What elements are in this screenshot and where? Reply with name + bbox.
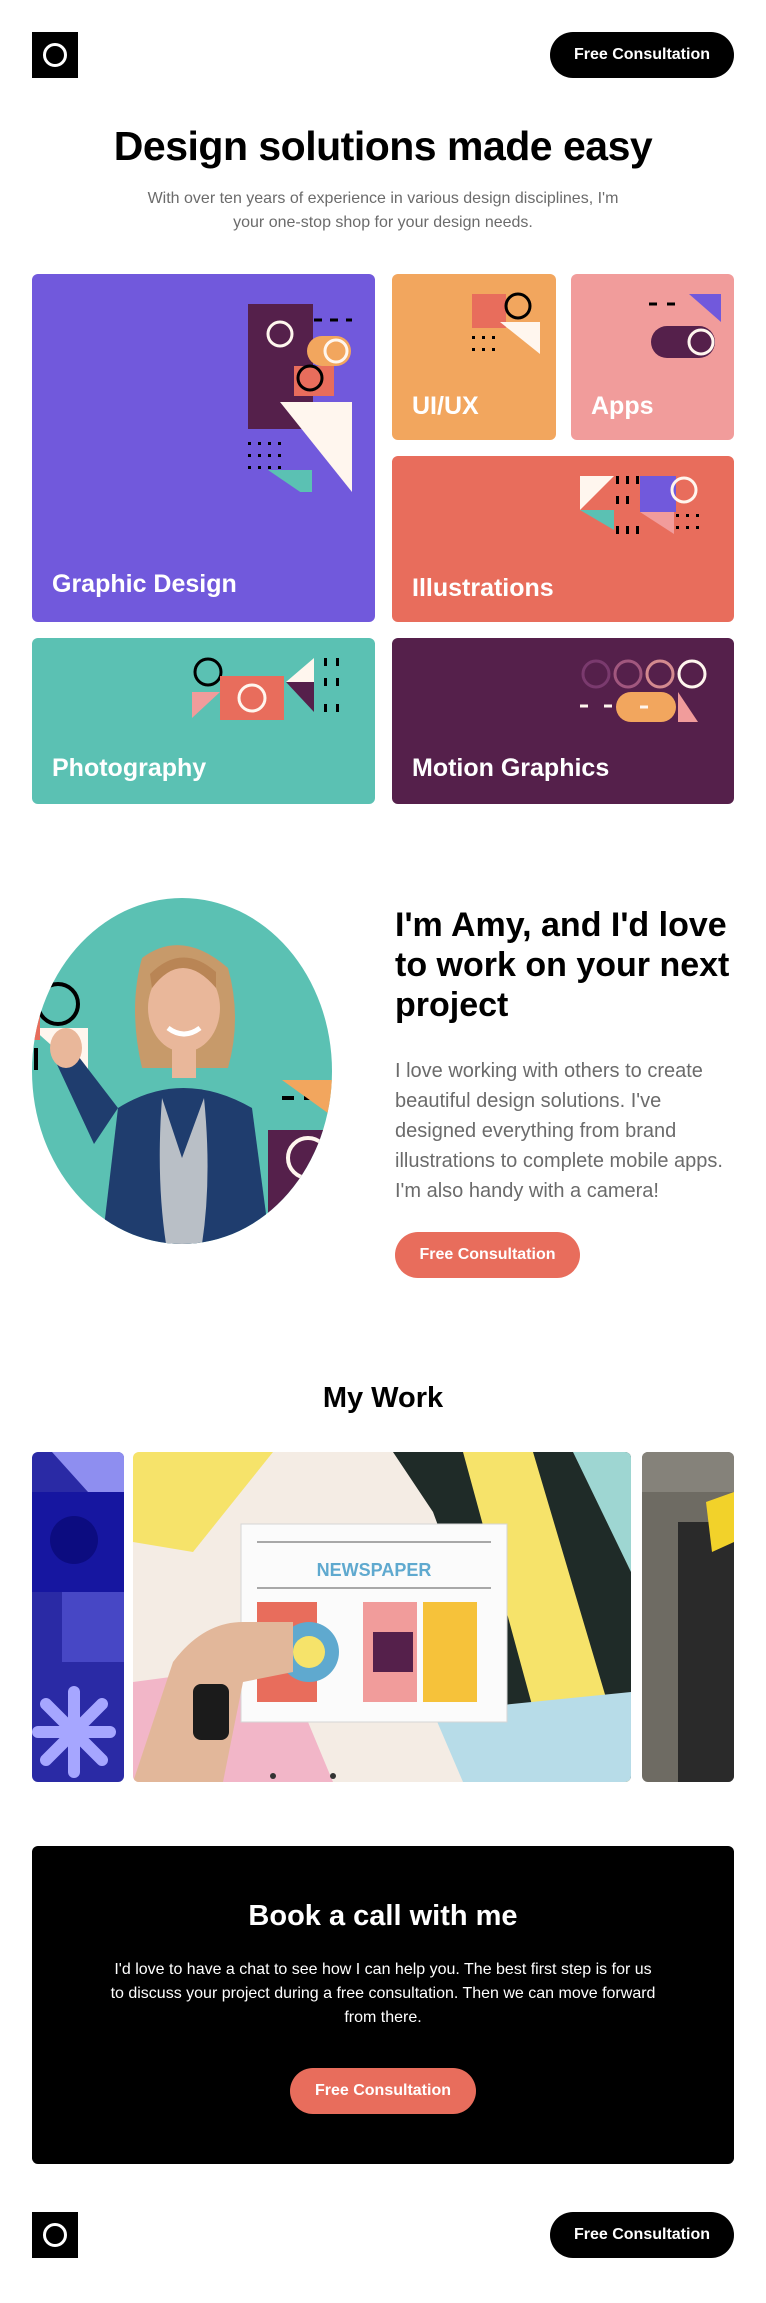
cta-title: Book a call with me xyxy=(248,1900,518,1932)
site-footer: Free Consultation xyxy=(32,2212,734,2258)
about-text: I love working with others to create bea… xyxy=(395,1060,723,1202)
service-tile-graphic-design[interactable]: Graphic Design xyxy=(32,274,375,622)
service-label: Apps xyxy=(591,392,654,420)
service-tile-photography[interactable]: Photography xyxy=(32,638,375,804)
logo[interactable] xyxy=(32,32,78,78)
newspaper-title: NEWSPAPER xyxy=(317,1560,432,1580)
about-title: I'm Amy, and I'd love to work on your ne… xyxy=(395,906,730,1024)
service-label: Illustrations xyxy=(412,574,554,602)
service-tile-apps[interactable]: Apps xyxy=(571,274,734,440)
profile-photo xyxy=(32,898,332,1244)
hero-title: Design solutions made easy xyxy=(113,123,653,169)
footer-consultation-button[interactable]: Free Consultation xyxy=(550,2212,734,2258)
about-consultation-button[interactable]: Free Consultation xyxy=(395,1232,580,1278)
work-title: My Work xyxy=(322,1382,444,1414)
illustrations-illustration xyxy=(580,476,699,534)
service-tile-motion-graphics[interactable]: Motion Graphics xyxy=(392,638,734,804)
footer-logo[interactable] xyxy=(32,2212,78,2258)
service-tile-illustrations[interactable]: Illustrations xyxy=(392,456,734,622)
service-label: Photography xyxy=(52,754,207,782)
profile-illustration xyxy=(32,898,332,1244)
graphic-design-illustration xyxy=(248,304,352,492)
work-image-1[interactable] xyxy=(32,1452,124,1782)
work-image-newspaper-graphic: NEWSPAPER xyxy=(133,1452,631,1782)
apps-illustration xyxy=(649,294,721,358)
work-image-newspaper[interactable]: NEWSPAPER xyxy=(133,1452,631,1782)
service-label: UI/UX xyxy=(412,392,479,420)
service-label: Graphic Design xyxy=(52,570,237,598)
photography-illustration xyxy=(192,657,339,720)
service-tile-uiux[interactable]: UI/UX xyxy=(392,274,556,440)
work-image-1-graphic xyxy=(32,1452,124,1778)
site-header: Free Consultation xyxy=(32,32,734,78)
cta-consultation-button[interactable]: Free Consultation xyxy=(290,2068,476,2114)
cta-section: Book a call with me I'd love to have a c… xyxy=(32,1846,734,2164)
header-consultation-button[interactable]: Free Consultation xyxy=(550,32,734,78)
cta-text: I'd love to have a chat to see how I can… xyxy=(110,1961,656,2026)
motion-graphics-illustration xyxy=(580,659,707,722)
hero-subtitle: With over ten years of experience in var… xyxy=(147,190,619,231)
work-image-3[interactable] xyxy=(642,1452,734,1782)
service-label: Motion Graphics xyxy=(412,754,610,782)
work-image-3-graphic xyxy=(642,1452,734,1782)
uiux-illustration xyxy=(472,292,540,354)
